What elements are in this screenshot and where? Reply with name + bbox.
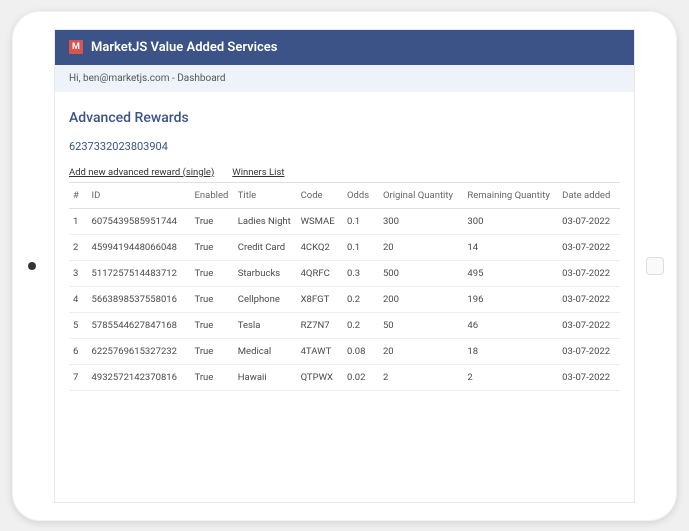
cell-original_qty: 200 (379, 286, 463, 312)
screen: M MarketJS Value Added Services Hi, ben@… (54, 29, 635, 503)
cell-title: Medical (234, 338, 297, 364)
cell-odds: 0.2 (343, 286, 379, 312)
app-title: MarketJS Value Added Services (91, 40, 277, 55)
cell-code: RZ7N7 (297, 312, 343, 338)
col-header-odds: Odds (343, 182, 379, 208)
cell-num: 5 (69, 312, 88, 338)
col-header-code: Code (297, 182, 343, 208)
cell-num: 4 (69, 286, 88, 312)
cell-num: 2 (69, 234, 88, 260)
cell-id: 4599419448066048 (88, 234, 191, 260)
cell-id: 5785544627847168 (88, 312, 191, 338)
rewards-table: # ID Enabled Title Code Odds Original Qu… (69, 182, 620, 391)
cell-odds: 0.02 (343, 364, 379, 390)
col-header-remaining-qty: Remaining Quantity (463, 182, 558, 208)
cell-enabled: True (191, 338, 234, 364)
cell-original_qty: 20 (379, 338, 463, 364)
app-header: M MarketJS Value Added Services (55, 30, 634, 65)
col-header-title: Title (234, 182, 297, 208)
reward-id: 6237332023803904 (69, 140, 620, 153)
cell-title: Tesla (234, 312, 297, 338)
cell-enabled: True (191, 312, 234, 338)
tablet-frame: M MarketJS Value Added Services Hi, ben@… (12, 11, 677, 521)
cell-title: Hawaii (234, 364, 297, 390)
cell-id: 6075439585951744 (88, 208, 191, 234)
breadcrumb: Hi, ben@marketjs.com - Dashboard (55, 65, 634, 92)
cell-date_added: 03-07-2022 (558, 208, 620, 234)
cell-remaining_qty: 14 (463, 234, 558, 260)
cell-enabled: True (191, 234, 234, 260)
cell-id: 5117257514483712 (88, 260, 191, 286)
cell-code: 4TAWT (297, 338, 343, 364)
add-new-reward-link[interactable]: Add new advanced reward (single) (69, 167, 214, 178)
cell-id: 4932572142370816 (88, 364, 191, 390)
cell-date_added: 03-07-2022 (558, 338, 620, 364)
cell-id: 6225769615327232 (88, 338, 191, 364)
camera-dot (28, 262, 36, 270)
table-header-row: # ID Enabled Title Code Odds Original Qu… (69, 182, 620, 208)
cell-odds: 0.1 (343, 208, 379, 234)
cell-odds: 0.3 (343, 260, 379, 286)
action-links: Add new advanced reward (single) Winners… (69, 167, 620, 178)
cell-code: QTPWX (297, 364, 343, 390)
table-row[interactable]: 45663898537558016TrueCellphoneX8FGT0.220… (69, 286, 620, 312)
table-row[interactable]: 74932572142370816TrueHawaiiQTPWX0.022203… (69, 364, 620, 390)
cell-date_added: 03-07-2022 (558, 364, 620, 390)
cell-id: 5663898537558016 (88, 286, 191, 312)
cell-original_qty: 2 (379, 364, 463, 390)
home-button[interactable] (646, 257, 664, 275)
cell-title: Cellphone (234, 286, 297, 312)
cell-date_added: 03-07-2022 (558, 234, 620, 260)
cell-code: WSMAE (297, 208, 343, 234)
cell-code: 4QRFC (297, 260, 343, 286)
col-header-date-added: Date added (558, 182, 620, 208)
cell-original_qty: 500 (379, 260, 463, 286)
cell-title: Credit Card (234, 234, 297, 260)
cell-num: 1 (69, 208, 88, 234)
table-row[interactable]: 55785544627847168TrueTeslaRZ7N70.2504603… (69, 312, 620, 338)
section-title: Advanced Rewards (69, 110, 620, 126)
cell-enabled: True (191, 286, 234, 312)
cell-title: Starbucks (234, 260, 297, 286)
col-header-original-qty: Original Quantity (379, 182, 463, 208)
winners-list-link[interactable]: Winners List (232, 167, 284, 178)
cell-code: X8FGT (297, 286, 343, 312)
cell-enabled: True (191, 260, 234, 286)
table-row[interactable]: 16075439585951744TrueLadies NightWSMAE0.… (69, 208, 620, 234)
cell-date_added: 03-07-2022 (558, 286, 620, 312)
cell-title: Ladies Night (234, 208, 297, 234)
cell-odds: 0.1 (343, 234, 379, 260)
cell-date_added: 03-07-2022 (558, 312, 620, 338)
cell-original_qty: 300 (379, 208, 463, 234)
cell-remaining_qty: 46 (463, 312, 558, 338)
cell-remaining_qty: 196 (463, 286, 558, 312)
cell-num: 3 (69, 260, 88, 286)
cell-remaining_qty: 495 (463, 260, 558, 286)
cell-num: 6 (69, 338, 88, 364)
col-header-num: # (69, 182, 88, 208)
cell-enabled: True (191, 208, 234, 234)
logo-icon: M (69, 40, 83, 54)
cell-remaining_qty: 2 (463, 364, 558, 390)
table-row[interactable]: 35117257514483712TrueStarbucks4QRFC0.350… (69, 260, 620, 286)
cell-date_added: 03-07-2022 (558, 260, 620, 286)
cell-enabled: True (191, 364, 234, 390)
col-header-id: ID (88, 182, 191, 208)
cell-original_qty: 20 (379, 234, 463, 260)
col-header-enabled: Enabled (191, 182, 234, 208)
cell-num: 7 (69, 364, 88, 390)
table-row[interactable]: 24599419448066048TrueCredit Card4CKQ20.1… (69, 234, 620, 260)
cell-code: 4CKQ2 (297, 234, 343, 260)
cell-original_qty: 50 (379, 312, 463, 338)
cell-remaining_qty: 18 (463, 338, 558, 364)
cell-odds: 0.08 (343, 338, 379, 364)
main-content: Advanced Rewards 6237332023803904 Add ne… (55, 92, 634, 502)
cell-odds: 0.2 (343, 312, 379, 338)
cell-remaining_qty: 300 (463, 208, 558, 234)
table-row[interactable]: 66225769615327232TrueMedical4TAWT0.08201… (69, 338, 620, 364)
